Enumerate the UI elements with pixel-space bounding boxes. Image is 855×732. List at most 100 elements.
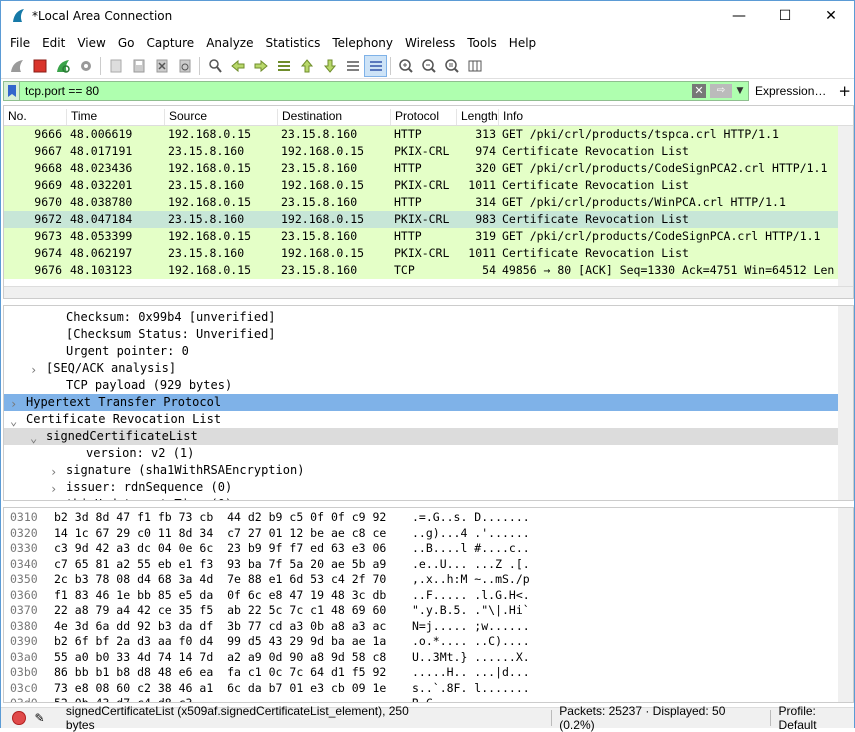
hex-bytes: c3 9d 42 a3 dc 04 0e 6c 23 b9 9f f7 ed 6… xyxy=(54,541,387,555)
go-first-packet-icon[interactable] xyxy=(295,55,318,77)
tree-item[interactable]: › [SEQ/ACK analysis] xyxy=(4,360,838,377)
hex-row[interactable]: 03b0 86 bb b1 b8 d8 48 e6 ea fa c1 0c 7c … xyxy=(4,665,838,681)
packet-list-hscrollbar[interactable] xyxy=(4,286,853,298)
details-scrollbar[interactable] xyxy=(838,306,853,500)
table-row[interactable]: 9666 48.006619 192.168.0.15 23.15.8.160 HTTP… xyxy=(4,126,840,143)
close-button[interactable]: ✕ xyxy=(808,1,854,31)
col-length[interactable]: Length xyxy=(456,109,498,125)
tree-item[interactable]: › thisUpdate: utcTime (0) xyxy=(4,496,838,500)
expand-chevron-icon[interactable]: › xyxy=(30,363,37,377)
normal-size-icon[interactable] xyxy=(440,55,463,77)
go-to-packet-icon[interactable] xyxy=(272,55,295,77)
menu-wireless[interactable]: Wireless xyxy=(399,36,461,50)
hex-row[interactable]: 03a0 55 a0 b0 33 4d 74 14 7d a2 a9 0d 90 … xyxy=(4,650,838,666)
tree-item[interactable]: › signature (sha1WithRSAEncryption) xyxy=(4,462,838,479)
bookmark-icon[interactable] xyxy=(4,82,20,100)
col-source[interactable]: Source xyxy=(164,109,207,125)
hex-row[interactable]: 0330 c3 9d 42 a3 dc 04 0e 6c 23 b9 9f f7 … xyxy=(4,541,838,557)
apply-filter-icon[interactable]: ⇨ xyxy=(710,84,732,98)
edit-comment-icon[interactable]: ✎ xyxy=(35,711,48,725)
hex-row[interactable]: 0390 b2 6f bf 2a d3 aa f0 d4 99 d5 43 29 … xyxy=(4,634,838,650)
capture-options-icon[interactable] xyxy=(74,55,97,77)
col-protocol[interactable]: Protocol xyxy=(390,109,439,125)
hex-row[interactable]: 0360 f1 83 46 1e bb 85 e5 da 0f 6c e8 47 … xyxy=(4,588,838,604)
expert-info-icon[interactable] xyxy=(12,711,26,725)
expand-chevron-icon[interactable]: › xyxy=(50,499,57,500)
table-row[interactable]: 9668 48.023436 192.168.0.15 23.15.8.160 HTTP… xyxy=(4,160,840,177)
tree-item[interactable]: › Hypertext Transfer Protocol xyxy=(4,394,838,411)
tree-item[interactable]: ⌄ signedCertificateList xyxy=(4,428,838,445)
colorize-icon[interactable] xyxy=(364,55,387,77)
menu-view[interactable]: View xyxy=(71,36,111,50)
bytes-scrollbar[interactable] xyxy=(838,508,853,702)
table-row[interactable]: 9673 48.053399 192.168.0.15 23.15.8.160 HTTP… xyxy=(4,228,840,245)
tree-item[interactable]: TCP payload (929 bytes) xyxy=(4,377,838,394)
expand-chevron-icon[interactable]: › xyxy=(50,482,57,496)
hex-row[interactable]: 0340 c7 65 81 a2 55 eb e1 f3 93 ba 7f 5a … xyxy=(4,557,838,573)
menu-analyze[interactable]: Analyze xyxy=(200,36,259,50)
tree-item[interactable]: ⌄ Certificate Revocation List xyxy=(4,411,838,428)
hex-row[interactable]: 03c0 73 e8 08 60 c2 38 46 a1 6c da b7 01 … xyxy=(4,681,838,697)
go-last-packet-icon[interactable] xyxy=(318,55,341,77)
stop-capture-icon[interactable] xyxy=(28,55,51,77)
tree-item[interactable]: Checksum: 0x99b4 [unverified] xyxy=(4,309,838,326)
menu-bar: File Edit View Go Capture Analyze Statis… xyxy=(1,32,854,54)
table-row[interactable]: 9676 48.103123 192.168.0.15 23.15.8.160 TCP 5… xyxy=(4,262,840,279)
clear-filter-icon[interactable]: ✕ xyxy=(692,84,706,98)
expand-chevron-icon[interactable]: › xyxy=(50,465,57,479)
table-row[interactable]: 9672 48.047184 23.15.8.160 192.168.0.15 PKIX… xyxy=(4,211,840,228)
tree-item[interactable]: [Checksum Status: Unverified] xyxy=(4,326,838,343)
menu-help[interactable]: Help xyxy=(503,36,542,50)
menu-statistics[interactable]: Statistics xyxy=(259,36,326,50)
open-file-icon[interactable] xyxy=(104,55,127,77)
tree-item[interactable]: version: v2 (1) xyxy=(4,445,838,462)
hex-row[interactable]: 03d0 52 0b 43 d7 c4 d8 c3 R.C.... xyxy=(4,696,838,702)
packet-list-scrollbar[interactable] xyxy=(838,126,853,288)
menu-capture[interactable]: Capture xyxy=(140,36,200,50)
filter-history-dropdown-icon[interactable]: ▼ xyxy=(734,84,746,98)
tree-item[interactable]: Urgent pointer: 0 xyxy=(4,343,838,360)
hex-row[interactable]: 0380 4e 3d 6a dd 92 b3 da df 3b 77 cd a3 … xyxy=(4,619,838,635)
hex-row[interactable]: 0320 14 1c 67 29 c0 11 8d 34 c7 27 01 12 … xyxy=(4,526,838,542)
maximize-button[interactable]: ☐ xyxy=(762,1,808,31)
resize-columns-icon[interactable] xyxy=(463,55,486,77)
zoom-out-icon[interactable] xyxy=(417,55,440,77)
go-back-icon[interactable] xyxy=(226,55,249,77)
restart-capture-icon[interactable] xyxy=(51,55,74,77)
minimize-button[interactable]: — xyxy=(716,1,762,31)
collapse-chevron-icon[interactable]: ⌄ xyxy=(10,414,17,428)
table-row[interactable]: 9670 48.038780 192.168.0.15 23.15.8.160 HTTP… xyxy=(4,194,840,211)
col-time[interactable]: Time xyxy=(66,109,97,125)
col-no[interactable]: No. xyxy=(4,109,27,125)
pkt-no: 9674 xyxy=(34,246,62,260)
table-row[interactable]: 9669 48.032201 23.15.8.160 192.168.0.15 PKIX… xyxy=(4,177,840,194)
hex-row[interactable]: 0310 b2 3d 8d 47 f1 fb 73 cb 44 d2 b9 c5 … xyxy=(4,510,838,526)
menu-file[interactable]: File xyxy=(4,36,36,50)
zoom-in-icon[interactable] xyxy=(394,55,417,77)
display-filter-input[interactable]: tcp.port == 80 ✕ ⇨ ▼ xyxy=(3,81,749,101)
filter-text[interactable]: tcp.port == 80 xyxy=(25,84,99,98)
menu-go[interactable]: Go xyxy=(112,36,141,50)
table-row[interactable]: 9667 48.017191 23.15.8.160 192.168.0.15 PKIX… xyxy=(4,143,840,160)
table-row[interactable]: 9674 48.062197 23.15.8.160 192.168.0.15 PKIX… xyxy=(4,245,840,262)
find-packet-icon[interactable] xyxy=(203,55,226,77)
expand-chevron-icon[interactable]: › xyxy=(10,397,17,411)
hex-row[interactable]: 0350 2c b3 78 08 d4 68 3a 4d 7e 88 e1 6d … xyxy=(4,572,838,588)
pkt-destination: 23.15.8.160 xyxy=(281,127,358,141)
start-capture-icon[interactable] xyxy=(5,55,28,77)
auto-scroll-icon[interactable] xyxy=(341,55,364,77)
reload-file-icon[interactable] xyxy=(173,55,196,77)
close-file-icon[interactable] xyxy=(150,55,173,77)
menu-telephony[interactable]: Telephony xyxy=(326,36,399,50)
collapse-chevron-icon[interactable]: ⌄ xyxy=(30,431,37,445)
go-forward-icon[interactable] xyxy=(249,55,272,77)
hex-row[interactable]: 0370 22 a8 79 a4 42 ce 35 f5 ab 22 5c 7c … xyxy=(4,603,838,619)
add-filter-button[interactable]: + xyxy=(838,82,851,100)
col-destination[interactable]: Destination xyxy=(277,109,342,125)
save-file-icon[interactable] xyxy=(127,55,150,77)
menu-edit[interactable]: Edit xyxy=(36,36,71,50)
expression-button[interactable]: Expression… xyxy=(755,84,826,98)
col-info[interactable]: Info xyxy=(498,109,523,125)
menu-tools[interactable]: Tools xyxy=(461,36,503,50)
tree-item[interactable]: › issuer: rdnSequence (0) xyxy=(4,479,838,496)
